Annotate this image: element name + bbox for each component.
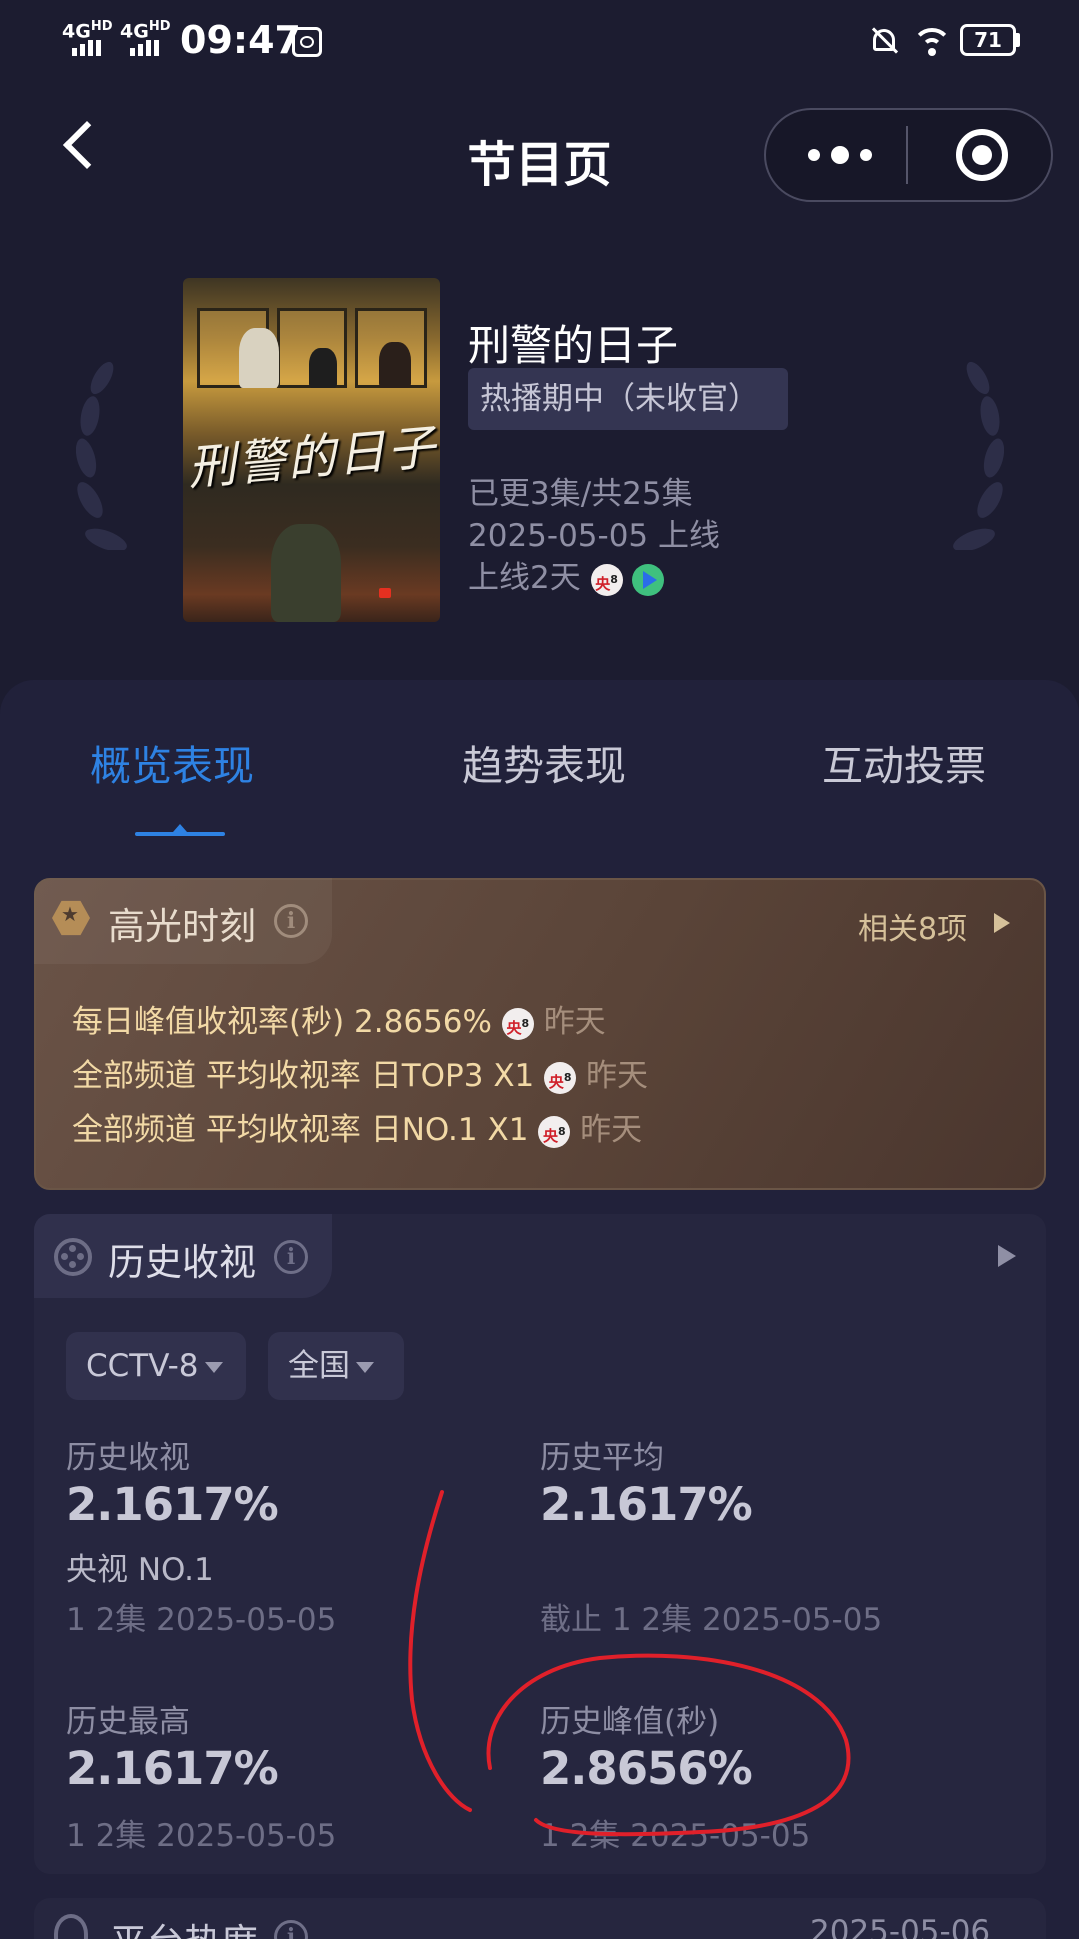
stat-label: 历史峰值(秒) [540,1704,720,1740]
poster-figure [271,524,341,622]
channel-badge-text: 央 [506,1018,522,1037]
poster-figure [309,348,337,388]
sim1-hd-label: HD [90,19,113,34]
stat-value: 2.1617% [66,1478,279,1531]
cctv8-channel-icon: 央8 [590,563,623,596]
wifi-icon [912,24,952,58]
signal-bars-icon [72,40,101,56]
streaming-platform-icon [632,563,665,596]
signal-bars-icon [130,40,159,56]
days-online-row: 上线2天 央8 [468,552,665,597]
days-online: 上线2天 [468,560,581,596]
highlight-text: 全部频道 平均收视率 日TOP3 X1 [72,1058,535,1094]
channel-badge-num: 8 [610,572,618,586]
laurel-right-icon [953,361,1004,550]
mute-bell-icon [870,26,899,56]
history-title: 历史收视 [108,1241,256,1284]
close-mini-program-button[interactable] [956,129,1008,181]
channel-badge-text: 央 [548,1072,564,1091]
arrow-right-icon[interactable] [998,1245,1016,1267]
chevron-down-icon [204,1362,223,1373]
info-icon[interactable]: i [274,904,308,938]
channel-select-value: CCTV-8 [86,1348,199,1384]
show-poster[interactable]: 刑警的日子 [183,278,440,622]
highlight-time: 昨天 [580,1112,643,1148]
stat-label: 历史平均 [540,1440,664,1476]
arrow-right-icon[interactable] [994,913,1010,933]
show-name: 刑警的日子 [468,321,679,370]
signal-sim2: 4GHD [120,20,171,41]
stat-episode-date: 1 2集 2025-05-05 [66,1602,337,1638]
tab-vote[interactable]: 互动投票 [822,732,986,792]
heat-date: 2025-05-06 [810,1914,991,1939]
battery-tip [1016,33,1020,47]
highlights-more-link[interactable]: 相关8项 [858,904,967,948]
cctv8-channel-icon: 央8 [501,1007,534,1040]
highlights-more-label: 相关8项 [858,912,968,947]
highlight-time: 昨天 [586,1058,648,1094]
stat-value: 2.1617% [66,1742,279,1795]
stat-value: 2.8656% [540,1742,753,1795]
clock: 09:47 [180,18,301,62]
poster-light [379,588,391,598]
status-bar: 4GHD 4GHD 09:47 71 [0,0,1079,80]
cctv8-channel-icon: 央8 [544,1061,577,1094]
capsule-divider [906,126,908,184]
sim2-hd-label: HD [148,19,171,34]
highlight-text: 每日峰值收视率(秒) 2.8656% [72,1004,492,1040]
highlights-title: 高光时刻 [108,905,256,948]
screen-record-icon [292,27,322,57]
region-select[interactable]: 全国 [268,1332,404,1400]
stat-episode-date: 1 2集 2025-05-05 [540,1818,811,1854]
channel-badge-num: 8 [521,1016,530,1030]
channel-badge-text: 央 [542,1126,558,1145]
stat-label: 历史收视 [66,1440,190,1476]
tab-overview[interactable]: 概览表现 [90,732,254,792]
laurel-left-icon [76,361,127,550]
highlight-item[interactable]: 全部频道 平均收视率 日NO.1 X1 央8 昨天 [72,1104,642,1149]
poster-title-text: 刑警的日子 [185,419,440,497]
poster-figure [239,328,279,388]
poster-figure [379,342,411,388]
more-menu-button[interactable] [808,146,872,164]
battery-level: 71 [974,28,1002,52]
battery-icon: 71 [960,24,1016,56]
info-icon[interactable]: i [274,1240,308,1274]
highlight-time: 昨天 [543,1004,606,1040]
tab-trend[interactable]: 趋势表现 [462,732,626,792]
premiere-date: 2025-05-05 上线 [468,518,721,554]
signal-sim1: 4GHD [62,20,113,41]
stat-episode-date: 1 2集 2025-05-05 [66,1818,337,1854]
stat-episode-date: 截止 1 2集 2025-05-05 [540,1602,883,1638]
channel-badge-num: 8 [557,1124,566,1138]
heat-title: 平台热度 [110,1912,258,1939]
channel-badge-text: 央 [595,574,611,593]
chevron-down-icon [356,1362,374,1373]
highlight-item[interactable]: 全部频道 平均收视率 日TOP3 X1 央8 昨天 [72,1050,648,1095]
channel-badge-num: 8 [563,1070,572,1084]
episode-progress: 已更3集/共25集 [468,476,693,512]
highlight-text: 全部频道 平均收视率 日NO.1 X1 [72,1112,529,1148]
active-tab-indicator [135,824,225,836]
film-reel-icon [54,1238,92,1276]
cctv8-channel-icon: 央8 [538,1115,571,1148]
region-select-value: 全国 [288,1348,350,1384]
highlight-item[interactable]: 每日峰值收视率(秒) 2.8656% 央8 昨天 [72,996,606,1041]
airing-status-badge: 热播期中（未收官） [468,368,788,430]
channel-select[interactable]: CCTV-8 [66,1332,246,1400]
stat-value: 2.1617% [540,1478,753,1531]
stat-label: 历史最高 [66,1704,190,1740]
stat-rank: 央视 NO.1 [66,1552,214,1588]
